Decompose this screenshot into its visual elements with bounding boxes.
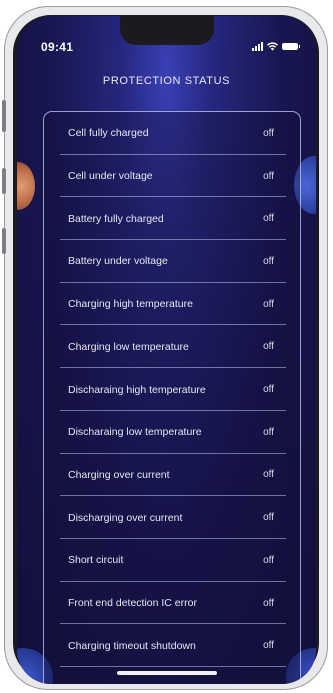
protection-state: off [263,469,274,481]
protection-state: off [263,341,274,353]
cellular-signal-icon [252,42,263,51]
protection-label: Battery under voltage [68,255,168,268]
protection-label: Charging low temperature [68,340,189,353]
protection-state: off [263,170,274,182]
protection-status-list: Cell fully charged off Cell under voltage o… [43,111,301,684]
protection-label: Charging timeout shutdown [68,639,196,652]
list-item: Charging over current off [44,454,300,497]
protection-label: Discharaing high temperature [68,383,206,396]
protection-label: Discharaing low temperature [68,426,202,439]
list-item: Discharging over current off [44,496,300,539]
protection-label: Battery fully charged [68,212,164,225]
status-time: 09:41 [41,40,74,54]
list-item: Short circuit off [44,539,300,582]
protection-state: off [263,213,274,225]
list-item: Discharaing low temperature off [44,411,300,454]
protection-state: off [263,640,274,652]
decorative-orb-left [17,162,35,210]
status-bar: 09:41 [17,16,316,54]
home-indicator[interactable] [117,671,217,675]
page-title: PROTECTION STATUS [102,75,231,87]
list-item: Battery under voltage off [44,240,300,283]
battery-icon [282,43,300,50]
volume-up-button [2,168,6,194]
protection-label: Front end detection IC error [68,597,197,610]
row-divider [60,666,286,668]
protection-state: off [263,127,274,139]
list-item: Charging low temperature off [44,326,300,369]
status-icons [252,42,300,51]
list-item: Charging timeout shutdown off [44,624,300,668]
protection-state: off [263,426,274,438]
protection-label: Cell under voltage [68,170,153,183]
wifi-icon [267,42,278,51]
list-item: Charging high temperature off [44,283,300,326]
volume-down-button [2,228,6,254]
protection-label: Charging high temperature [68,298,193,311]
protection-state: off [263,255,274,267]
protection-state: off [263,554,274,566]
protection-label: Charging over current [68,468,170,481]
protection-label: Short circuit [68,554,124,567]
app-screen: 09:41 PROTECTION STATUS Cell fully charg… [17,16,316,684]
protection-state: off [263,384,274,396]
list-item: Discharaing high temperature off [44,368,300,411]
protection-label: Discharging over current [68,511,183,524]
list-item: Battery fully charged off [44,197,300,241]
mute-switch [2,100,6,132]
protection-state: off [263,298,274,310]
protection-state: off [263,597,274,609]
protection-state: off [263,512,274,524]
list-item: Cell fully charged off [44,112,300,155]
list-item: Cell under voltage off [44,155,300,198]
list-item: Front end detection IC error off [44,582,300,625]
protection-label: Cell fully charged [68,127,149,140]
